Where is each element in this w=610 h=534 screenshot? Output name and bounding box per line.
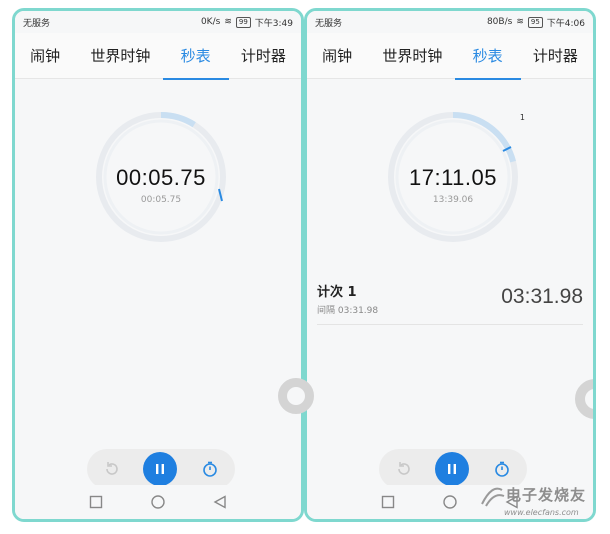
reset-button[interactable] xyxy=(387,452,421,486)
carrier-label: 无服务 xyxy=(23,18,51,29)
right-phone-screen: 无服务 80B/s ≋ 95 下午4:06 闹钟 世界时钟 秒表 计时器 1 1… xyxy=(304,8,596,522)
control-bar xyxy=(87,449,235,489)
reset-icon xyxy=(106,462,118,475)
wifi-icon: ≋ xyxy=(224,17,232,27)
network-speed: 0K/s xyxy=(200,17,221,27)
square-icon xyxy=(381,495,395,509)
lap-count-badge: 1 xyxy=(519,113,525,122)
tab-bar: 闹钟 世界时钟 秒表 计时器 xyxy=(15,33,301,80)
elapsed-time: 17:11.05 xyxy=(408,165,497,190)
pause-button[interactable] xyxy=(143,452,177,486)
current-lap-time: 13:39.06 xyxy=(432,195,474,205)
battery-icon: 99 xyxy=(235,16,251,28)
square-icon xyxy=(89,495,103,509)
pause-icon xyxy=(448,464,456,474)
navigation-bar xyxy=(15,485,301,519)
back-button[interactable] xyxy=(208,490,232,514)
tab-timer[interactable]: 计时器 xyxy=(237,45,290,66)
stopwatch-icon xyxy=(495,461,509,477)
home-button[interactable] xyxy=(438,490,462,514)
tab-stopwatch[interactable]: 秒表 xyxy=(454,45,521,80)
tab-world-clock[interactable]: 世界时钟 xyxy=(86,45,154,66)
recent-apps-button[interactable] xyxy=(376,490,400,514)
stopwatch-icon xyxy=(203,461,217,477)
lap-button[interactable] xyxy=(193,452,227,486)
status-time: 下午4:06 xyxy=(546,18,585,29)
pause-button[interactable] xyxy=(435,452,469,486)
lap-row: 计次 1 间隔 03:31.98 03:31.98 xyxy=(317,277,583,325)
reset-icon xyxy=(398,462,410,475)
wifi-icon: ≋ xyxy=(516,17,524,27)
lap-time: 03:31.98 xyxy=(501,285,583,308)
status-bar: 无服务 0K/s ≋ 99 下午3:49 xyxy=(15,11,301,33)
back-button[interactable] xyxy=(500,490,524,514)
control-bar xyxy=(379,449,527,489)
carrier-label: 无服务 xyxy=(315,18,343,29)
tab-alarm[interactable]: 闹钟 xyxy=(318,45,356,66)
tab-timer[interactable]: 计时器 xyxy=(529,45,582,66)
lap-split: 间隔 03:31.98 xyxy=(317,306,379,316)
left-phone-screen: 无服务 0K/s ≋ 99 下午3:49 闹钟 世界时钟 秒表 计时器 00:0… xyxy=(12,8,304,522)
triangle-icon xyxy=(213,495,226,509)
stopwatch-dial: 1 17:11.05 13:39.06 xyxy=(385,109,525,245)
lap-title: 计次 1 xyxy=(317,285,357,300)
pause-icon xyxy=(156,464,164,474)
elapsed-time: 00:05.75 xyxy=(116,165,206,190)
status-bar: 无服务 80B/s ≋ 95 下午4:06 xyxy=(307,11,593,33)
lap-button[interactable] xyxy=(485,452,519,486)
reset-button[interactable] xyxy=(95,452,129,486)
tab-stopwatch[interactable]: 秒表 xyxy=(162,45,229,80)
floating-ball[interactable] xyxy=(278,378,314,414)
floating-ball[interactable] xyxy=(575,379,593,419)
tab-world-clock[interactable]: 世界时钟 xyxy=(378,45,446,66)
battery-icon: 95 xyxy=(527,16,543,28)
navigation-bar xyxy=(307,485,593,519)
home-button[interactable] xyxy=(146,490,170,514)
circle-icon xyxy=(443,495,457,509)
status-time: 下午3:49 xyxy=(254,18,293,29)
current-lap-time: 00:05.75 xyxy=(140,195,182,205)
triangle-icon xyxy=(505,495,518,509)
network-speed: 80B/s xyxy=(486,17,513,27)
stopwatch-dial: 00:05.75 00:05.75 xyxy=(93,109,229,245)
tab-bar: 闹钟 世界时钟 秒表 计时器 xyxy=(307,33,593,80)
tab-alarm[interactable]: 闹钟 xyxy=(26,45,64,66)
recent-apps-button[interactable] xyxy=(84,490,108,514)
circle-icon xyxy=(151,495,165,509)
